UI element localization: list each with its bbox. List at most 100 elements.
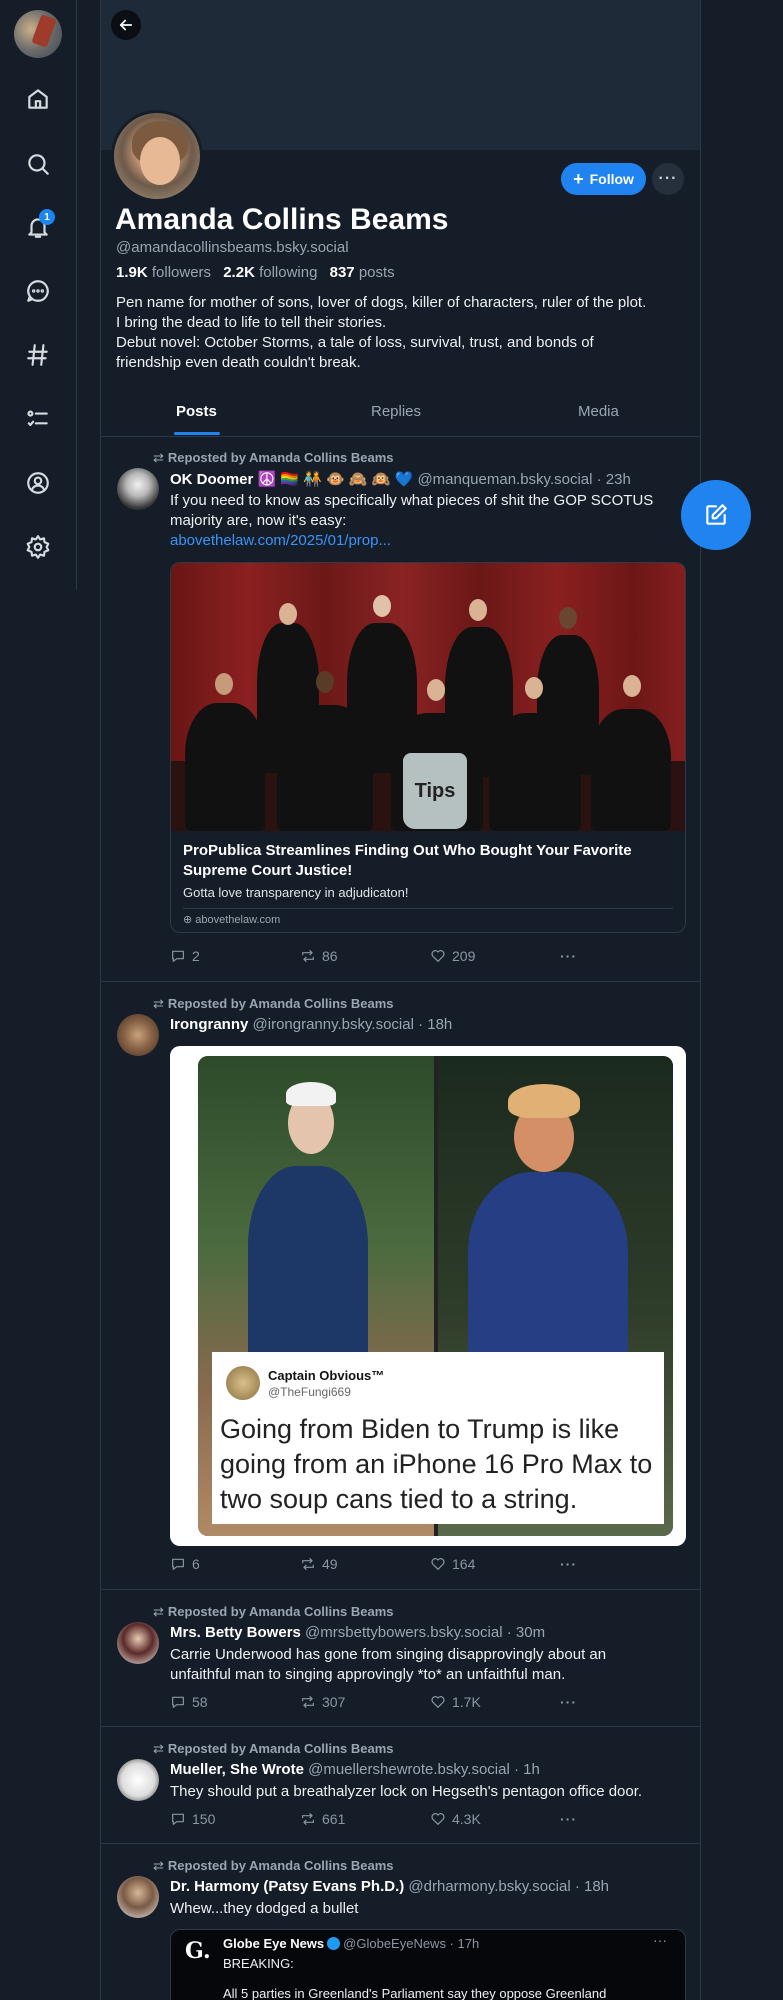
tweet-handle: @TheFungi669 (268, 1385, 351, 1399)
tab-posts[interactable]: Posts (176, 403, 217, 420)
heart-icon (431, 1558, 445, 1570)
feed-post[interactable]: ⇄ Reposted by Amanda Collins Beams Muelle… (101, 1739, 700, 1839)
reply-button[interactable]: 58 (170, 1694, 208, 1710)
avatar[interactable] (117, 1014, 159, 1056)
card-image: Tips (171, 563, 685, 831)
post-image[interactable]: Captain Obvious™ @TheFungi669 Going from… (170, 1046, 686, 1546)
repost-icon (302, 1813, 314, 1825)
repost-icon: ⇄ (153, 1858, 164, 1873)
feed-right-border (700, 0, 701, 2000)
quote-more-icon[interactable]: ··· (653, 1932, 667, 1948)
reply-button[interactable]: 2 (170, 948, 200, 964)
post-header: OK Doomer ☮️ 🏳️‍🌈 🧑‍🤝‍🧑 🐵 🙈 🙉 💙 @manquem… (170, 471, 631, 488)
tweet-text: Going from Biden to Trump is like going … (220, 1414, 653, 1514)
tab-replies[interactable]: Replies (371, 403, 421, 420)
post-header: Mueller, She Wrote @muellershewrote.bsky… (170, 1761, 540, 1778)
verified-icon (327, 1937, 341, 1950)
post-text: If you need to know as specifically what… (170, 491, 690, 551)
avatar[interactable] (117, 1622, 159, 1664)
profile-handle: @amandacollinsbeams.bsky.social (116, 239, 349, 256)
post-text: Whew...they dodged a bullet (170, 1900, 359, 1917)
profile-icon[interactable] (18, 463, 58, 503)
repost-label: ⇄ Reposted by Amanda Collins Beams (153, 450, 394, 465)
follow-button[interactable]: + Follow (561, 163, 646, 195)
profile-more-button[interactable]: ··· (652, 163, 684, 195)
notifications-badge: 1 (39, 209, 55, 225)
globe-eye-logo: G. (185, 1938, 211, 1964)
following-stat[interactable]: 2.2K following (223, 264, 317, 281)
post-more-button[interactable]: ··· (560, 1694, 577, 1710)
repost-label: ⇄ Reposted by Amanda Collins Beams (153, 996, 394, 1011)
embedded-tweet: Captain Obvious™ @TheFungi669 Going from… (212, 1352, 664, 1524)
post-divider (101, 981, 700, 982)
left-divider (76, 0, 77, 590)
ellipsis-icon: ··· (560, 1694, 577, 1710)
repost-button[interactable]: 86 (300, 948, 338, 964)
tab-media[interactable]: Media (578, 403, 619, 420)
repost-label: ⇄ Reposted by Amanda Collins Beams (153, 1741, 394, 1756)
profile-tabs: Posts Replies Media (101, 393, 700, 437)
post-more-button[interactable]: ··· (560, 948, 577, 964)
notifications-icon[interactable]: 1 (18, 207, 58, 247)
like-button[interactable]: 1.7K (430, 1694, 481, 1710)
repost-button[interactable]: 49 (300, 1556, 338, 1572)
profile-display-name: Amanda Collins Beams (115, 203, 449, 236)
settings-icon[interactable] (18, 527, 58, 567)
avatar[interactable] (117, 468, 159, 510)
repost-label: ⇄ Reposted by Amanda Collins Beams (153, 1604, 394, 1619)
profile-bio: Pen name for mother of sons, lover of do… (116, 294, 647, 371)
repost-icon (302, 1696, 314, 1708)
profile-avatar[interactable] (111, 110, 203, 202)
reply-icon (172, 1696, 184, 1708)
home-icon[interactable] (18, 79, 58, 119)
repost-icon: ⇄ (153, 1741, 164, 1756)
card-title: ProPublica Streamlines Finding Out Who B… (183, 842, 632, 879)
arrow-left-icon (119, 19, 133, 31)
heart-icon (431, 950, 445, 962)
link-card[interactable]: Tips ProPublica Streamlines Finding Out … (170, 562, 686, 933)
ellipsis-icon: ··· (560, 1811, 577, 1827)
post-header: Dr. Harmony (Patsy Evans Ph.D.) @drharmo… (170, 1878, 610, 1895)
avatar[interactable] (117, 1876, 159, 1918)
like-button[interactable]: 4.3K (430, 1811, 481, 1827)
ellipsis-icon: ··· (658, 170, 678, 187)
post-link[interactable]: abovethelaw.com/2025/01/prop... (170, 531, 690, 551)
search-icon[interactable] (18, 144, 58, 184)
repost-button[interactable]: 661 (300, 1811, 345, 1827)
lists-icon[interactable] (18, 399, 58, 439)
post-more-button[interactable]: ··· (560, 1556, 577, 1572)
avatar[interactable] (117, 1759, 159, 1801)
quoted-post[interactable]: G. Globe Eye News @GlobeEyeNews · 17h ···… (170, 1929, 686, 2000)
heart-icon (431, 1813, 445, 1825)
followers-stat[interactable]: 1.9K followers (116, 264, 211, 281)
repost-label: ⇄ Reposted by Amanda Collins Beams (153, 1858, 394, 1873)
repost-icon (302, 1558, 314, 1570)
repost-button[interactable]: 307 (300, 1694, 345, 1710)
post-divider (101, 1726, 700, 1727)
tip-jar: Tips (403, 753, 467, 829)
hashtag-icon[interactable] (18, 335, 58, 375)
feed-post[interactable]: ⇄ Reposted by Amanda Collins Beams Mrs. B… (101, 1602, 700, 1724)
compose-icon (706, 504, 727, 525)
post-actions: 6 49 164 ··· (170, 1556, 590, 1576)
post-text: They should put a breathalyzer lock on H… (170, 1783, 643, 1800)
reply-button[interactable]: 150 (170, 1811, 215, 1827)
reply-icon (172, 1813, 184, 1825)
heart-icon (431, 1696, 445, 1708)
like-button[interactable]: 164 (430, 1556, 475, 1572)
repost-icon: ⇄ (153, 450, 164, 465)
reply-button[interactable]: 6 (170, 1556, 200, 1572)
quote-header: Globe Eye News @GlobeEyeNews · 17h (223, 1936, 480, 1951)
user-avatar[interactable] (14, 10, 62, 58)
left-nav: 1 (0, 0, 76, 2000)
chat-icon[interactable] (18, 271, 58, 311)
card-domain: ⊕ abovethelaw.com (183, 914, 281, 926)
active-tab-indicator (174, 432, 220, 435)
post-divider (101, 1843, 700, 1844)
back-button[interactable] (111, 10, 141, 40)
repost-icon: ⇄ (153, 996, 164, 1011)
post-more-button[interactable]: ··· (560, 1811, 577, 1827)
post-header: Mrs. Betty Bowers @mrsbettybowers.bsky.s… (170, 1624, 546, 1641)
tweet-avatar (226, 1366, 260, 1400)
like-button[interactable]: 209 (430, 948, 475, 964)
